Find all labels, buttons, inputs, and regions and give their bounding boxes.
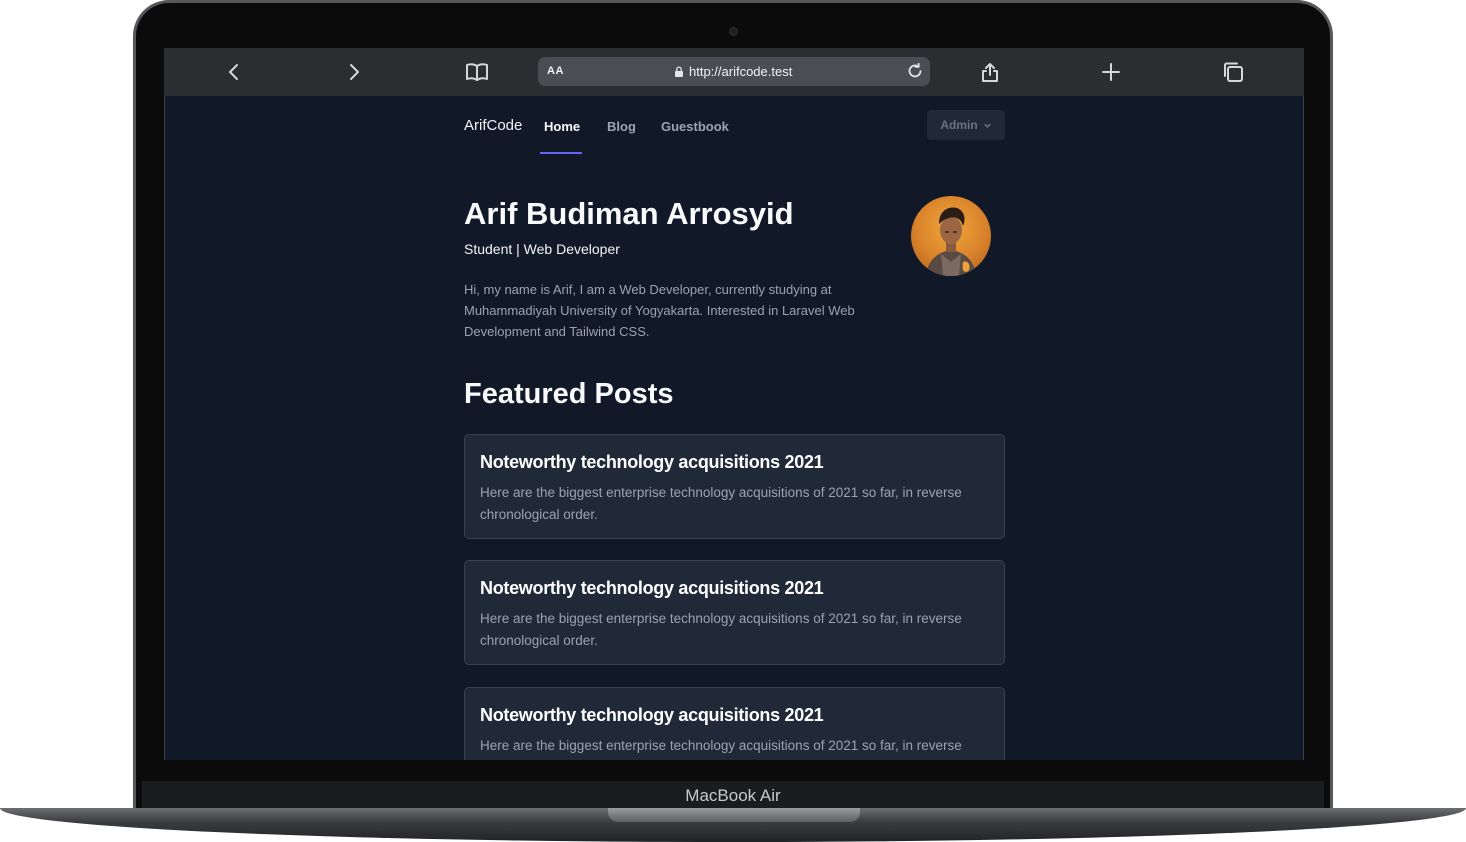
device-label: MacBook Air — [685, 786, 781, 805]
nav-link-blog[interactable]: Blog — [607, 119, 636, 134]
navbar: ArifCode Home Blog Guestbook Admin — [464, 96, 1005, 154]
admin-label: Admin — [940, 118, 978, 132]
post-excerpt: Here are the biggest enterprise technolo… — [480, 485, 962, 522]
nav-link-guestbook[interactable]: Guestbook — [661, 119, 729, 134]
laptop-hinge-notch — [608, 808, 860, 822]
plus-icon[interactable] — [1099, 60, 1123, 84]
hero-role: Student | Web Developer — [464, 241, 620, 257]
avatar — [911, 196, 991, 276]
admin-dropdown-button[interactable]: Admin — [927, 110, 1005, 140]
avatar-illustration — [925, 207, 977, 276]
active-tab-indicator — [540, 152, 582, 154]
camera-icon — [729, 27, 738, 36]
url-text: http://arifcode.test — [689, 64, 793, 79]
share-icon[interactable] — [978, 60, 1002, 84]
post-card[interactable]: Noteworthy technology acquisitions 2021 … — [464, 687, 1005, 760]
nav-link-home[interactable]: Home — [544, 119, 580, 134]
browser-toolbar: AA http://arifcode.test — [164, 48, 1304, 96]
lock-icon — [675, 66, 683, 77]
hero-bio: Hi, my name is Arif, I am a Web Develope… — [464, 282, 855, 339]
reload-icon[interactable] — [906, 62, 924, 80]
featured-posts-title: Featured Posts — [464, 378, 674, 410]
tabs-icon[interactable] — [1221, 60, 1245, 84]
reader-mode-button[interactable]: AA — [547, 65, 564, 77]
post-excerpt: Here are the biggest enterprise technolo… — [480, 611, 962, 648]
chevron-left-icon[interactable] — [222, 60, 246, 84]
brand-logo[interactable]: ArifCode — [464, 117, 522, 134]
post-title: Noteworthy technology acquisitions 2021 — [480, 452, 824, 472]
post-title: Noteworthy technology acquisitions 2021 — [480, 705, 824, 725]
address-bar[interactable]: AA http://arifcode.test — [538, 57, 930, 86]
post-card[interactable]: Noteworthy technology acquisitions 2021 … — [464, 560, 1005, 665]
chevron-down-icon — [983, 123, 991, 128]
chevron-right-icon[interactable] — [342, 60, 366, 84]
book-icon[interactable] — [465, 60, 489, 84]
post-title: Noteworthy technology acquisitions 2021 — [480, 578, 824, 598]
page-title: Arif Budiman Arrosyid — [464, 196, 794, 231]
post-excerpt: Here are the biggest enterprise technolo… — [480, 738, 962, 753]
browser-screen: AA http://arifcode.test ArifCode Home Bl… — [164, 48, 1304, 760]
post-card[interactable]: Noteworthy technology acquisitions 2021 … — [464, 434, 1005, 539]
web-page: ArifCode Home Blog Guestbook Admin Arif … — [164, 96, 1304, 760]
